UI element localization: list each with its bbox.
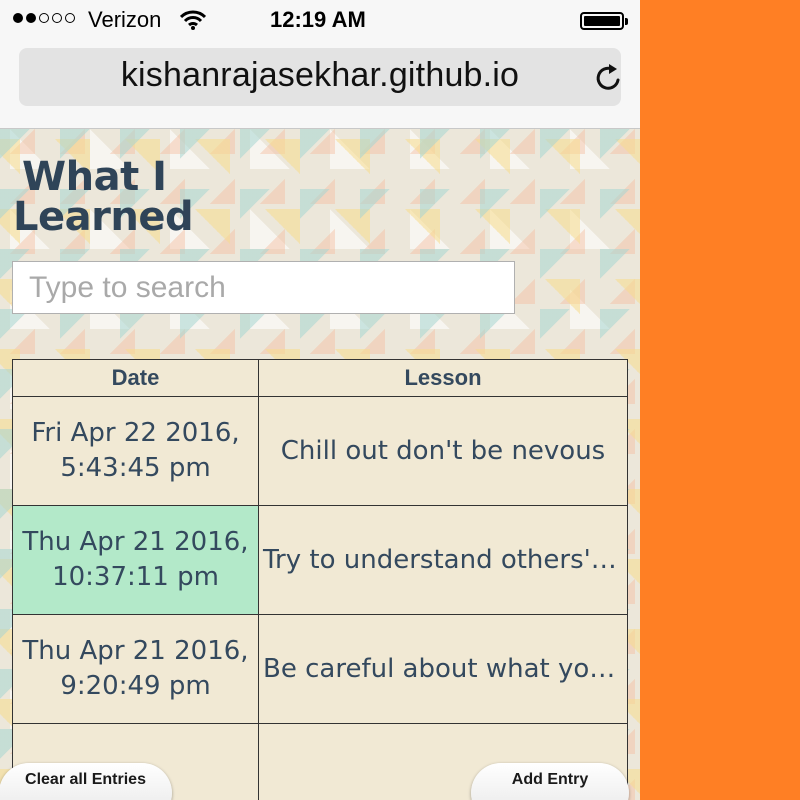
carrier-name: Verizon: [88, 7, 162, 32]
status-bar: Verizon 12:19 AM: [0, 0, 640, 40]
entry-time: 9:20:49 pm: [60, 671, 211, 701]
entries-table: Date Lesson Fri Apr 22 2016, 5:43:45 pm …: [12, 359, 628, 800]
search-input[interactable]: [12, 261, 515, 314]
entry-date: Thu Apr 21 2016,: [22, 527, 249, 557]
entry-time: 5:43:45 pm: [60, 453, 211, 483]
table-row[interactable]: Fri Apr 22 2016, 5:43:45 pm Chill out do…: [12, 396, 628, 506]
entry-date: Thu Apr 21 2016,: [22, 636, 249, 666]
clear-all-entries-button[interactable]: Clear all Entries: [0, 763, 172, 800]
entry-date-cell: Thu Apr 21 2016, 9:20:49 pm: [12, 614, 259, 724]
entry-time: 10:37:11 pm: [52, 562, 219, 592]
page-title: What I Learned: [13, 154, 194, 240]
phone-screen: Verizon 12:19 AM kishanrajasekhar.github…: [0, 0, 640, 800]
page-title-line-1: What I: [22, 154, 167, 200]
address-bar-url: kishanrajasekhar.github.io: [120, 56, 520, 94]
battery-icon: [580, 12, 628, 30]
entry-date: Fri Apr 22 2016,: [31, 418, 240, 448]
page-content: What I Learned Date Lesson Fri Apr 22 20…: [0, 129, 640, 800]
column-header-lesson[interactable]: Lesson: [258, 359, 628, 397]
table-row[interactable]: Thu Apr 21 2016, 9:20:49 pm Be careful a…: [12, 614, 628, 724]
entry-date-cell: Fri Apr 22 2016, 5:43:45 pm: [12, 396, 259, 506]
browser-nav-bar: kishanrajasekhar.github.io: [0, 40, 640, 129]
entry-lesson: Chill out don't be nevous: [258, 396, 628, 506]
table-row[interactable]: Thu Apr 21 2016, 10:37:11 pm Try to unde…: [12, 505, 628, 615]
page-title-line-2: Learned: [13, 194, 194, 240]
column-header-date[interactable]: Date: [12, 359, 259, 397]
orange-side-panel: [640, 0, 800, 800]
address-bar[interactable]: kishanrajasekhar.github.io: [19, 48, 621, 106]
wifi-icon: [180, 10, 206, 30]
table-header-row: Date Lesson: [12, 359, 628, 397]
signal-strength-icon: [13, 13, 75, 23]
entry-date-cell: Thu Apr 21 2016, 10:37:11 pm: [12, 505, 259, 615]
add-entry-button[interactable]: Add Entry: [471, 763, 629, 800]
reload-icon[interactable]: [593, 62, 625, 94]
status-clock: 12:19 AM: [270, 7, 366, 32]
entry-lesson: Try to understand others' …: [258, 505, 628, 615]
entry-lesson: Be careful about what you …: [258, 614, 628, 724]
